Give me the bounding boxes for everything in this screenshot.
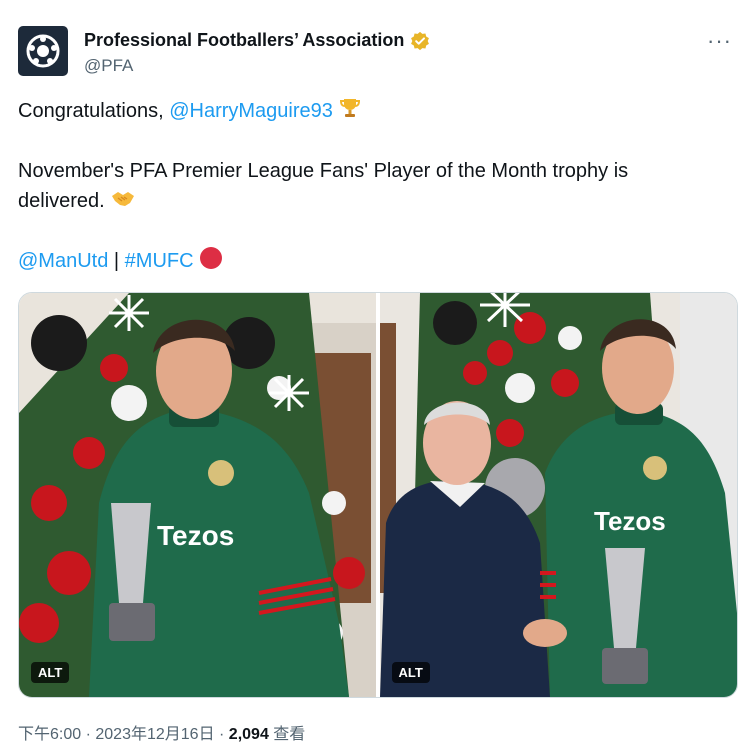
photo-1-ornament bbox=[100, 354, 128, 382]
author-display-name[interactable]: Professional Footballers’ Association bbox=[84, 30, 404, 51]
tweet-line-tags: @ManUtd | #MUFC bbox=[18, 246, 718, 276]
photo-1-ornament bbox=[73, 437, 105, 469]
views-label: 查看 bbox=[268, 726, 306, 743]
photo-1-trophy-base bbox=[109, 603, 155, 641]
tweet-line-congrats: Congratulations, @HarryMaguire93 bbox=[18, 96, 718, 126]
more-options-button[interactable]: ··· bbox=[707, 28, 732, 54]
photo-2-ornament bbox=[432, 301, 477, 345]
pfa-logo-icon bbox=[26, 34, 60, 68]
photo-2-ornament bbox=[550, 369, 579, 397]
mention-manutd[interactable]: @ManUtd bbox=[18, 250, 108, 272]
photo-2-ornament bbox=[486, 340, 513, 366]
photo-2-ornament bbox=[462, 361, 487, 385]
photo-2-handshake bbox=[522, 619, 567, 647]
trophy-emoji-icon bbox=[340, 99, 361, 117]
photo-1-snowflake bbox=[109, 295, 149, 331]
author-name-row: Professional Footballers’ Association bbox=[84, 30, 430, 51]
tweet-line-trophy: November's PFA Premier League Fans' Play… bbox=[18, 160, 629, 212]
alt-text-badge-1[interactable]: ALT bbox=[31, 662, 70, 683]
handshake-emoji-icon bbox=[112, 192, 135, 206]
photo-1-ornament bbox=[31, 485, 67, 521]
author-handle[interactable]: @PFA bbox=[84, 56, 133, 76]
red-circle-emoji-icon bbox=[200, 247, 223, 269]
photo-1-snowflake bbox=[269, 375, 309, 411]
photo-2[interactable]: Tezos ALT bbox=[379, 293, 737, 697]
photo-1-ornament bbox=[47, 551, 91, 595]
photo-2-ornament bbox=[504, 373, 535, 403]
media-grid: Tezos ALT Tezos ALT bbox=[18, 292, 738, 698]
photo-1-ornament bbox=[31, 315, 87, 371]
photo-1-club-crest bbox=[208, 460, 234, 486]
mention-harry-maguire[interactable]: @HarryMaguire93 bbox=[169, 100, 333, 122]
photo-2-ornament bbox=[557, 326, 582, 350]
alt-text-badge-2[interactable]: ALT bbox=[391, 662, 430, 683]
tweet-date[interactable]: 2023年12月16日 bbox=[95, 726, 214, 743]
photo-1-shirt-sponsor: Tezos bbox=[157, 520, 234, 551]
hashtag-mufc[interactable]: #MUFC bbox=[125, 250, 194, 272]
photo-1-ornament bbox=[333, 557, 365, 589]
tweet-meta: 下午6:00 · 2023年12月16日 · 2,094 查看 bbox=[18, 726, 306, 743]
photo-1-ornament bbox=[322, 491, 346, 515]
photo-2-ornament bbox=[495, 419, 524, 447]
photo-1-ornament bbox=[19, 603, 59, 643]
photo-2-club-crest bbox=[642, 456, 667, 480]
photo-1[interactable]: Tezos ALT bbox=[19, 293, 377, 697]
author-avatar[interactable] bbox=[18, 26, 68, 76]
photo-1-ornament bbox=[111, 385, 147, 421]
photo-2-trophy-base bbox=[601, 648, 648, 684]
tweet-text: Congratulations, @HarryMaguire93 Novembe… bbox=[18, 96, 718, 276]
tweet-time[interactable]: 下午6:00 bbox=[18, 726, 81, 743]
views-count: 2,094 bbox=[228, 726, 269, 743]
gold-verified-badge-icon bbox=[411, 31, 430, 50]
photo-2-shirt-sponsor: Tezos bbox=[594, 506, 666, 536]
